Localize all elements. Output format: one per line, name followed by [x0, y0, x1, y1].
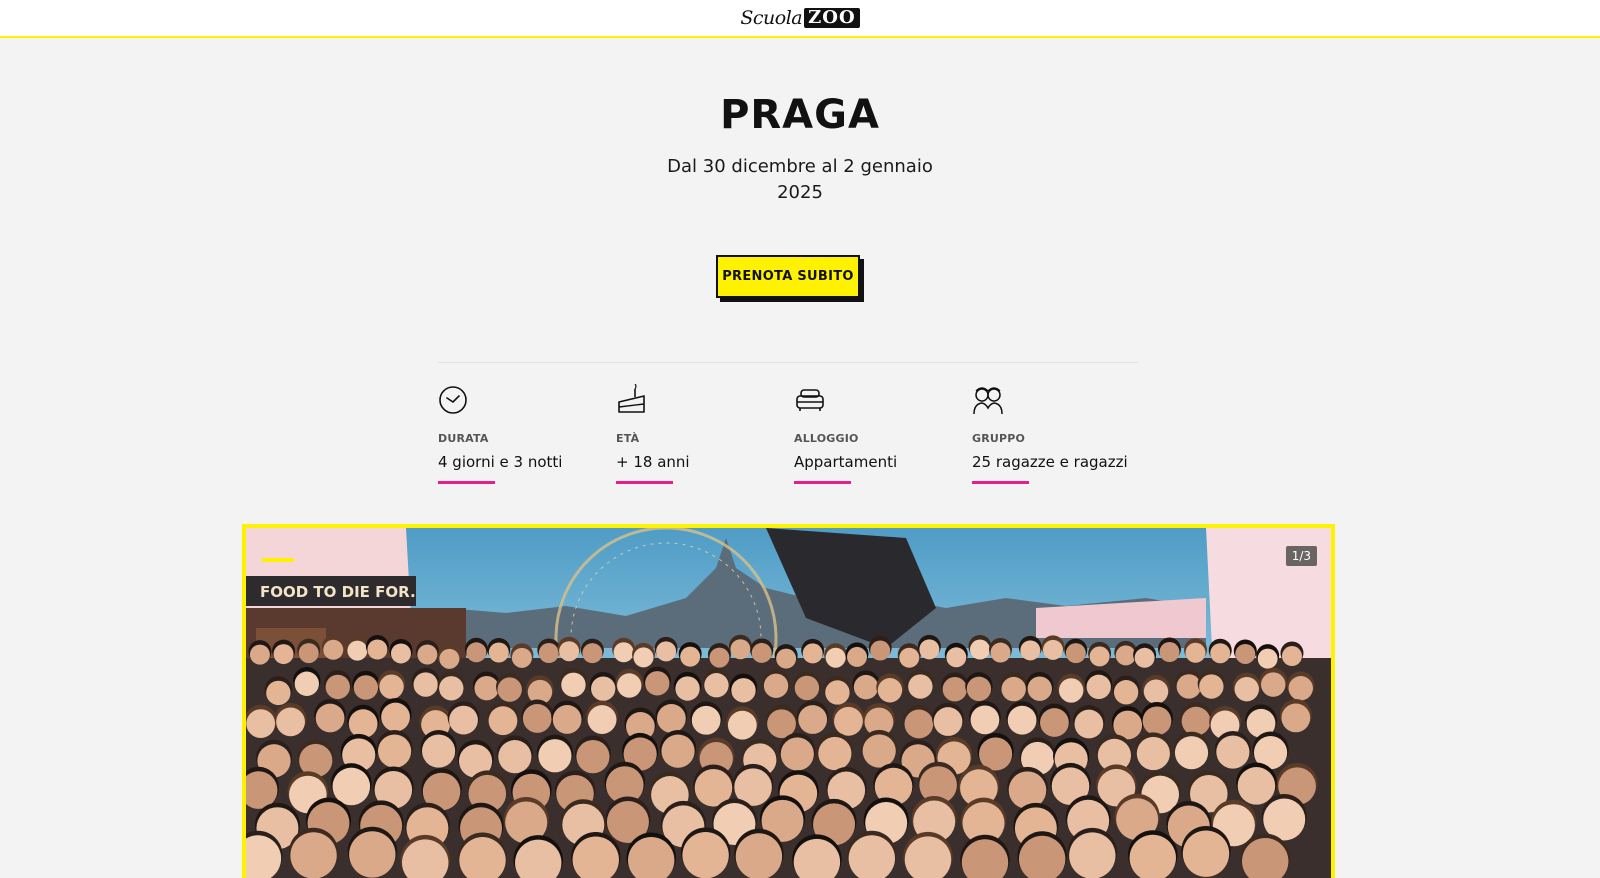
- feature-accommodation: ALLOGGIO Appartamenti: [794, 384, 972, 484]
- book-now-button[interactable]: PRENOTA SUBITO: [716, 255, 860, 298]
- scuolazoo-logo[interactable]: Scuola ZOO: [740, 7, 860, 29]
- feature-title: DURATA: [438, 432, 489, 445]
- feature-underline: [616, 481, 673, 484]
- food-sign-text: FOOD TO DIE FOR.: [260, 583, 416, 601]
- divider: [438, 362, 1138, 363]
- dates-line-1: Dal 30 dicembre al 2 gennaio: [667, 156, 933, 177]
- top-bar: Scuola ZOO: [0, 0, 1600, 38]
- feature-value: 4 giorni e 3 notti: [438, 453, 563, 471]
- feature-title: GRUPPO: [972, 432, 1026, 445]
- slide-progress-bar: [262, 558, 294, 562]
- group-icon: [973, 387, 1003, 415]
- feature-underline: [438, 481, 495, 484]
- feature-title: ALLOGGIO: [794, 432, 859, 445]
- gallery-photo: FOOD TO DIE FOR.: [246, 528, 1331, 878]
- feature-value: Appartamenti: [794, 453, 898, 471]
- feature-group: GRUPPO 25 ragazze e ragazzi: [972, 384, 1150, 484]
- bed-icon: [796, 389, 824, 411]
- trip-features: DURATA 4 giorni e 3 notti ETÀ + 18 anni …: [438, 384, 1158, 484]
- feature-duration: DURATA 4 giorni e 3 notti: [438, 384, 616, 484]
- slide-counter: 1/3: [1285, 546, 1317, 566]
- cake-icon: [618, 384, 645, 413]
- feature-value: 25 ragazze e ragazzi: [972, 453, 1128, 471]
- dates-line-2: 2025: [777, 182, 823, 203]
- page-title: PRAGA: [720, 92, 880, 138]
- feature-underline: [972, 481, 1029, 484]
- photo-gallery[interactable]: FOOD TO DIE FOR. 1/3: [242, 524, 1335, 878]
- clock-icon: [439, 386, 467, 414]
- logo-text-scuola: Scuola: [740, 7, 803, 29]
- feature-age: ETÀ + 18 anni: [616, 384, 794, 484]
- logo-text-zoo: ZOO: [804, 8, 860, 28]
- feature-value: + 18 anni: [616, 453, 690, 471]
- feature-underline: [794, 481, 851, 484]
- trip-dates: Dal 30 dicembre al 2 gennaio 2025: [600, 154, 1000, 206]
- feature-title: ETÀ: [616, 432, 640, 445]
